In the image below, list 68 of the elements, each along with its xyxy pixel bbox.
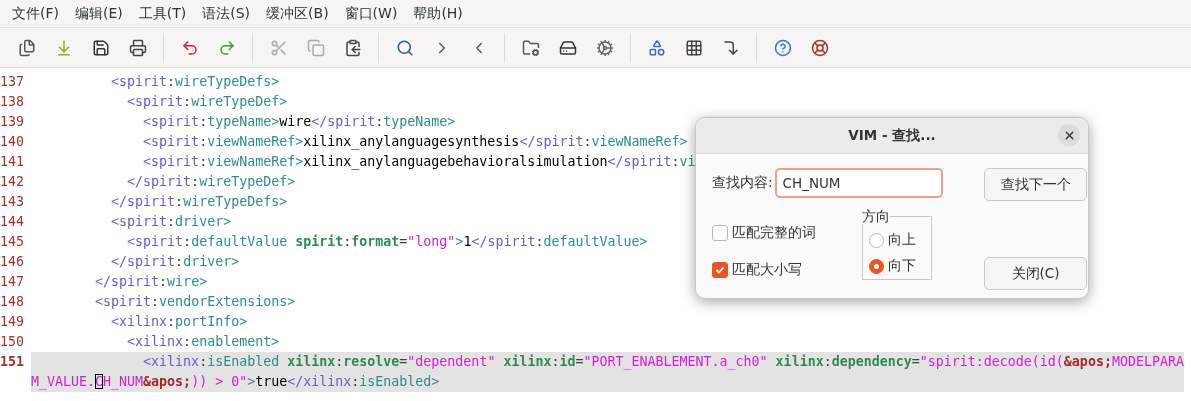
line-number: 141 bbox=[0, 153, 26, 171]
drive-icon[interactable] bbox=[558, 38, 577, 57]
code-line: <spirit:typeName>wire</spirit:typeName> bbox=[142, 113, 456, 131]
code-line: <spirit:driver> bbox=[110, 213, 232, 231]
code-line: <spirit:wireTypeDef> bbox=[126, 93, 288, 111]
lifebuoy-icon[interactable] bbox=[810, 38, 829, 57]
code-line: <xilinx:enablement> bbox=[126, 333, 280, 351]
line-number: 150 bbox=[0, 333, 26, 351]
menu-item[interactable]: 编辑(E) bbox=[67, 2, 131, 25]
code-line: </spirit:driver> bbox=[110, 253, 240, 271]
radio-button[interactable] bbox=[869, 232, 884, 248]
dialog-button[interactable]: 查找下一个 bbox=[984, 168, 1087, 201]
code-line: <spirit:viewNameRef>xilinx_anylanguagesynthesis</spirit:viewNameRef> bbox=[142, 133, 688, 152]
code-line: <spirit:vendorExtensions> bbox=[94, 293, 296, 311]
redo-icon[interactable] bbox=[217, 38, 236, 57]
search-field[interactable]: CH_NUM bbox=[774, 168, 943, 198]
checkbox[interactable] bbox=[712, 225, 728, 241]
line-number: 142 bbox=[0, 173, 26, 191]
menu-item[interactable]: 窗口(W) bbox=[336, 2, 406, 25]
line-number: 147 bbox=[0, 273, 26, 291]
line-number: 143 bbox=[0, 193, 26, 211]
line-number: 145 bbox=[0, 233, 26, 251]
radio-label: 向下 bbox=[888, 257, 916, 275]
code-line: <xilinx:isEnabled xilinx:resolve="dependent" xilinx:id="PORT_ENABLEMENT.a_ch0" xilinx:dependency="spirit:decode(id(&apos;MODELPARA bbox=[142, 353, 1184, 372]
line-number: 140 bbox=[0, 133, 26, 151]
line-number: 144 bbox=[0, 213, 26, 231]
grid-icon[interactable] bbox=[684, 38, 703, 57]
code-line: <xilinx:portInfo> bbox=[110, 313, 248, 331]
paste-icon[interactable] bbox=[343, 38, 362, 57]
line-number: 139 bbox=[0, 113, 26, 131]
code-line: M_VALUE.CH_NUM&apos;)) > 0">true</xilinx:isEnabled> bbox=[31, 373, 440, 392]
field-label: 查找内容: bbox=[712, 174, 773, 192]
code-line: <spirit:wireTypeDefs> bbox=[110, 73, 280, 91]
radio-label: 向上 bbox=[888, 231, 916, 249]
code-line: <spirit:defaultValue spirit:format="long">1</spirit:defaultValue> bbox=[126, 233, 648, 251]
checkbox-label: 匹配大小写 bbox=[732, 261, 802, 279]
dialog-button[interactable]: 关闭(C) bbox=[984, 257, 1087, 290]
menu-item[interactable]: 帮助(H) bbox=[405, 2, 471, 25]
menu-item[interactable]: 工具(T) bbox=[130, 2, 195, 25]
code-line: </spirit:wireTypeDefs> bbox=[110, 193, 288, 211]
line-number: 148 bbox=[0, 293, 26, 311]
help-icon[interactable] bbox=[773, 38, 792, 57]
menu-item[interactable]: 语法(S) bbox=[194, 2, 259, 25]
checkbox[interactable] bbox=[712, 262, 728, 278]
line-number: 149 bbox=[0, 313, 26, 331]
line-number: 137 bbox=[0, 73, 26, 91]
checkbox-label: 匹配完整的词 bbox=[732, 224, 816, 242]
folder-gear-icon[interactable] bbox=[521, 38, 540, 57]
check-icon bbox=[715, 265, 725, 275]
menu-item[interactable]: 文件(F) bbox=[4, 2, 67, 25]
dialog-title: VIM - 查找... bbox=[848, 126, 936, 145]
code-line: </spirit:wire> bbox=[94, 273, 208, 291]
group-label: 方向 bbox=[862, 208, 890, 224]
files-icon[interactable] bbox=[17, 38, 36, 57]
corner-arrow-icon[interactable] bbox=[721, 38, 740, 57]
code-line: <spirit:viewNameRef>xilinx_anylanguagebehavioralsimulation</spirit:vi bbox=[142, 153, 696, 172]
undo-icon[interactable] bbox=[180, 38, 199, 57]
line-number: 138 bbox=[0, 93, 26, 111]
search-icon[interactable] bbox=[395, 38, 414, 57]
radio-button[interactable] bbox=[869, 258, 884, 274]
shapes-icon[interactable] bbox=[647, 38, 666, 57]
printer-icon[interactable] bbox=[128, 38, 147, 57]
menu-item[interactable]: 缓冲区(B) bbox=[258, 2, 337, 25]
close-button[interactable] bbox=[1058, 124, 1080, 146]
gear-icon[interactable] bbox=[595, 38, 614, 57]
line-number: 151 bbox=[0, 353, 26, 371]
line-number: 146 bbox=[0, 253, 26, 271]
code-line: </spirit:wireTypeDef> bbox=[126, 173, 296, 191]
